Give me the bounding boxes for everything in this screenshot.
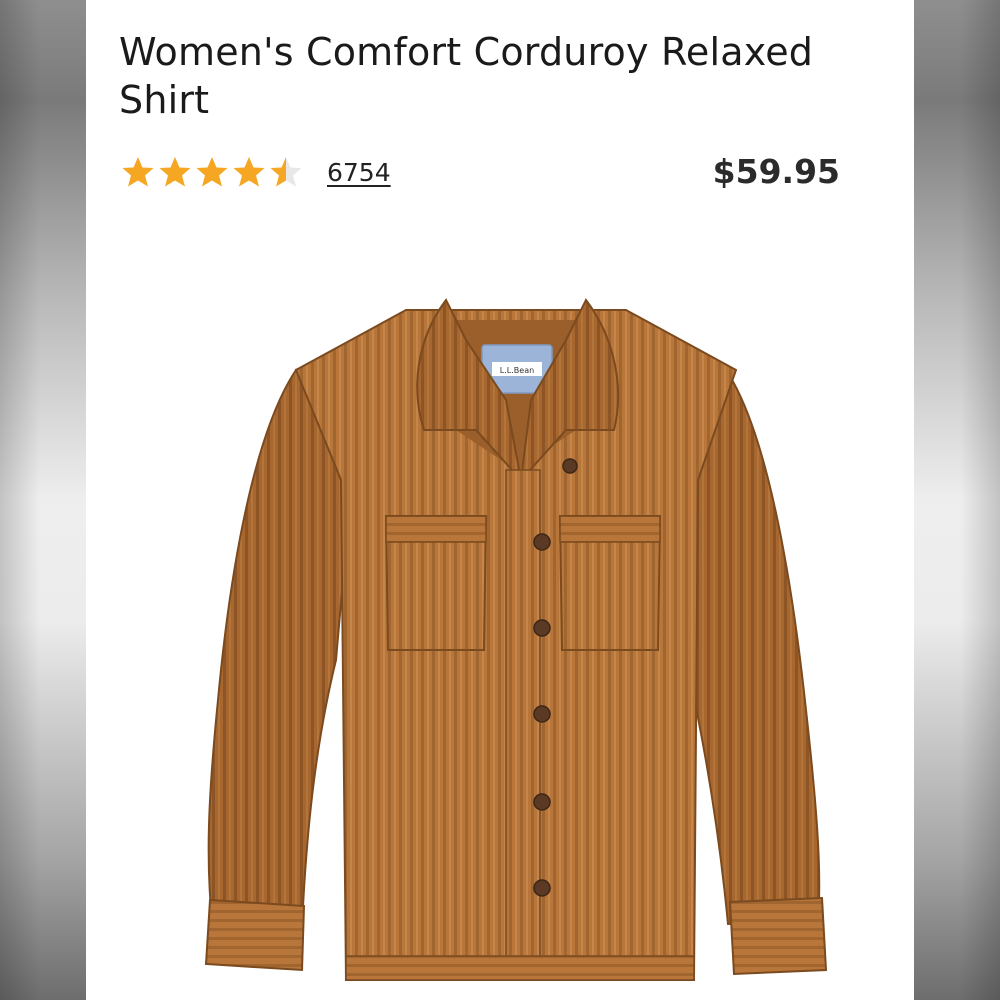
shirt-button xyxy=(533,705,551,723)
star-full-icon xyxy=(196,157,228,187)
product-image[interactable]: L.L.Bean xyxy=(146,280,866,1000)
product-card: Women's Comfort Corduroy Relaxed Shirt 6… xyxy=(86,0,914,1000)
right-cuff xyxy=(728,896,828,976)
star-rating[interactable] xyxy=(121,155,303,189)
svg-text:L.L.Bean: L.L.Bean xyxy=(500,366,534,375)
star-half-icon xyxy=(270,157,302,187)
left-blur-band xyxy=(0,0,86,1000)
right-blur-band xyxy=(914,0,1000,1000)
shirt-button xyxy=(533,793,551,811)
shirt-button xyxy=(533,879,551,897)
rating-row: 6754 xyxy=(121,150,391,194)
shirt-button xyxy=(533,533,551,551)
left-cuff xyxy=(204,898,306,972)
shirt-button xyxy=(562,458,578,474)
shirt-button xyxy=(533,619,551,637)
star-full-icon xyxy=(233,157,265,187)
star-full-icon xyxy=(122,157,154,187)
review-count-link[interactable]: 6754 xyxy=(327,158,391,187)
product-title: Women's Comfort Corduroy Relaxed Shirt xyxy=(119,30,814,122)
star-full-icon xyxy=(159,157,191,187)
product-price: $59.95 xyxy=(712,152,840,191)
